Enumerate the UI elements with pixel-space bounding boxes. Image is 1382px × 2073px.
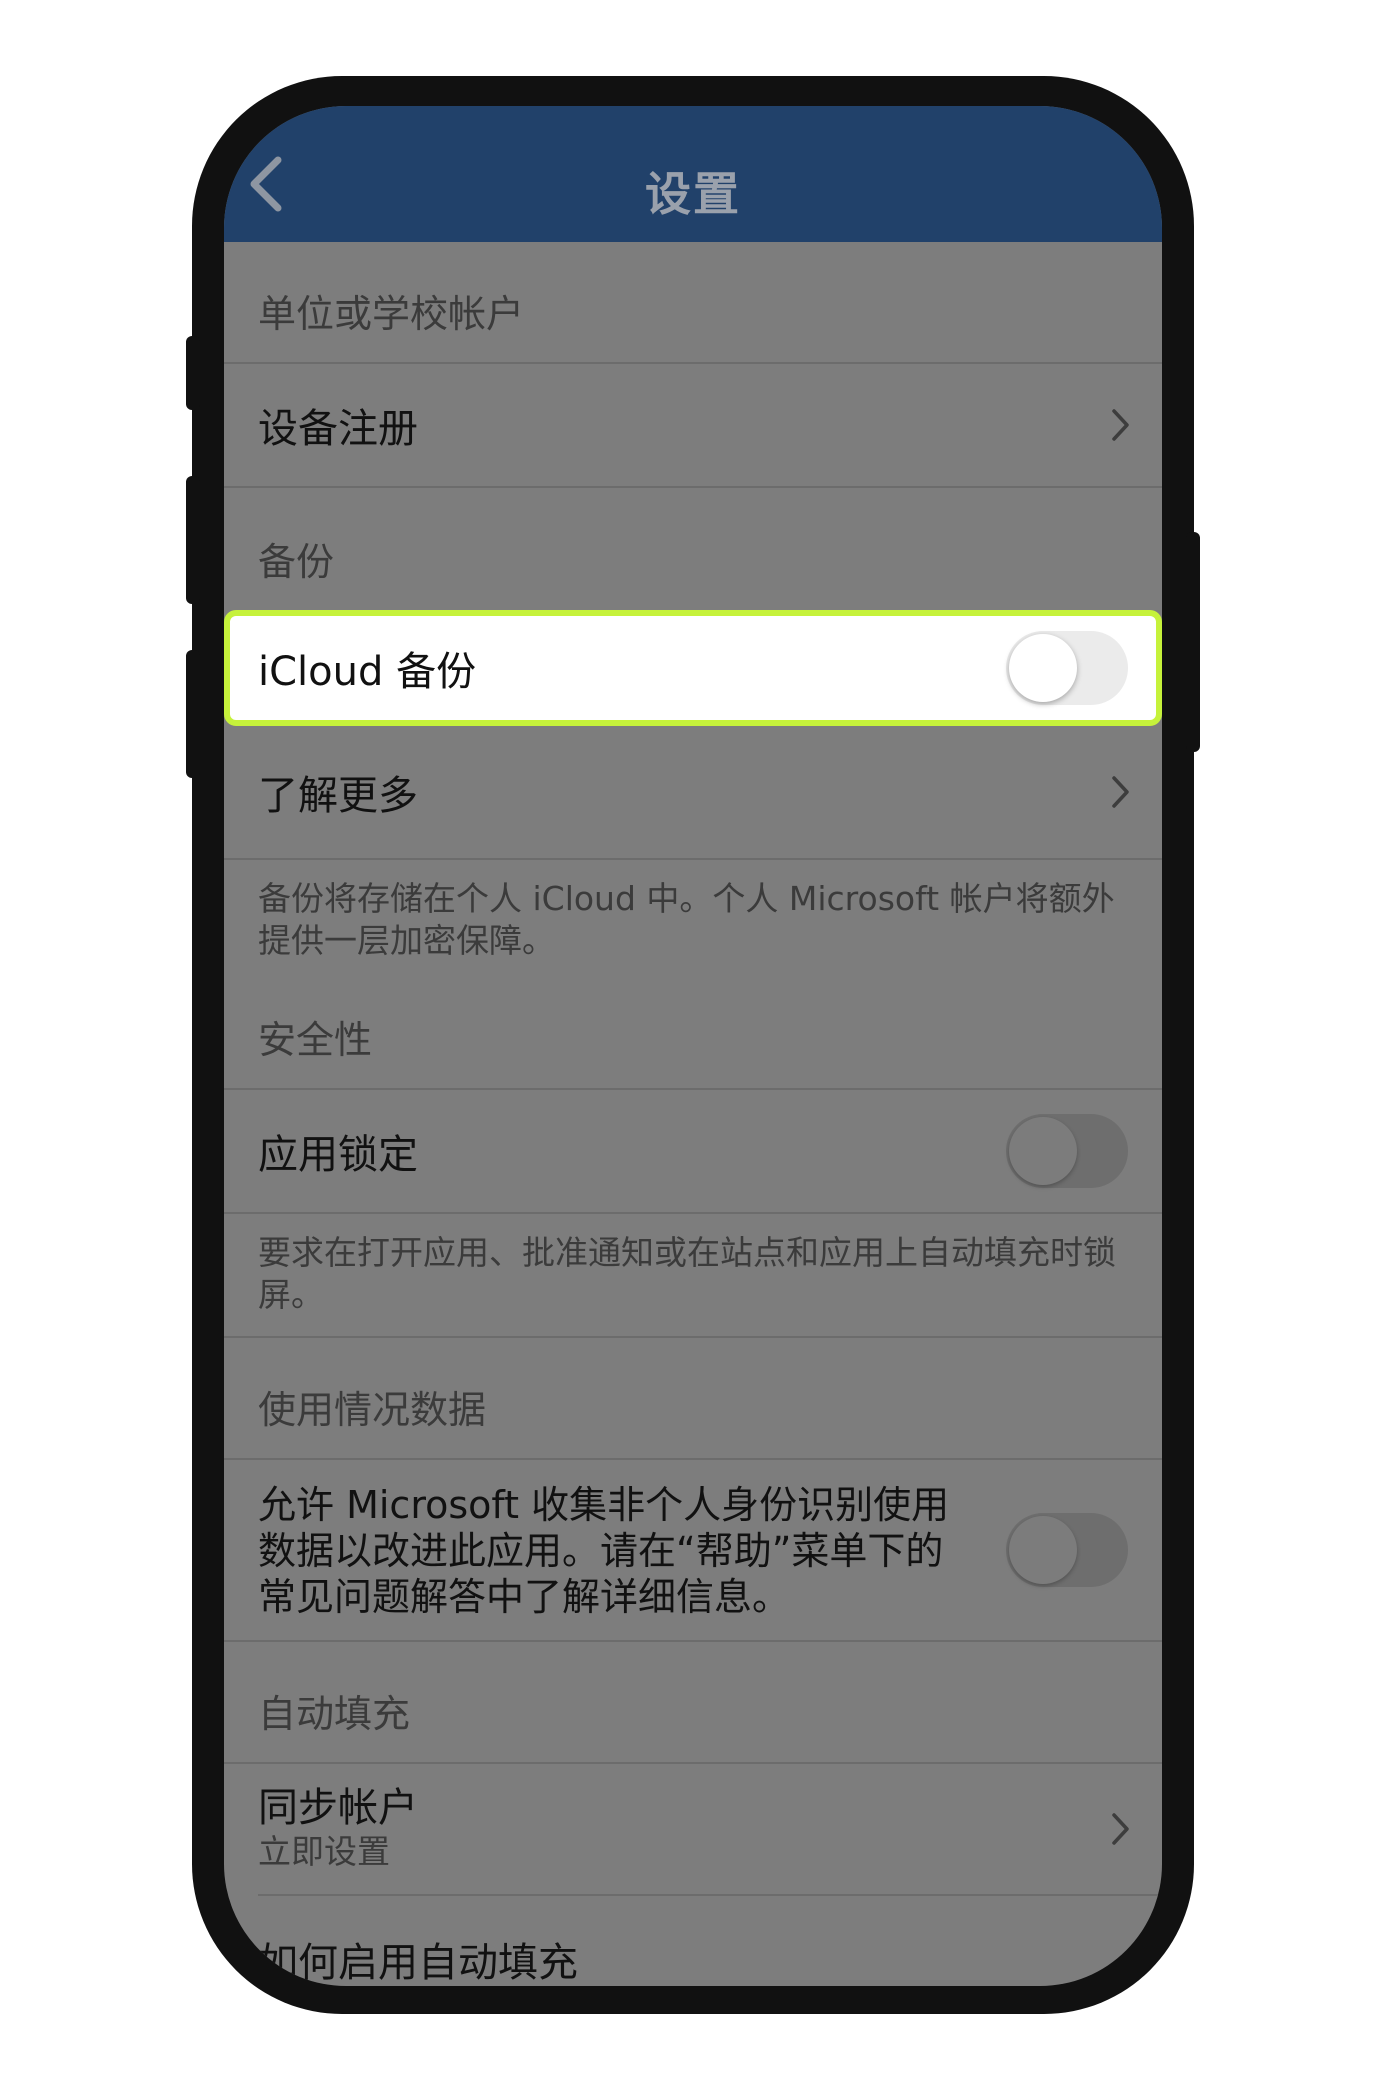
settings-list: 单位或学校帐户 设备注册 备份 iCloud 备份 了解更多 备份将存储在个人 … — [224, 242, 1162, 1986]
usage-data-line-3: 常见问题解答中了解详细信息。 — [258, 1575, 791, 1619]
app-lock-label: 应用锁定 — [258, 1132, 418, 1178]
usage-data-line-2: 数据以改进此应用。请在“帮助”菜单下的 — [258, 1529, 944, 1573]
mute-switch — [186, 336, 200, 410]
usage-data-toggle[interactable] — [1006, 1513, 1128, 1587]
icloud-backup-slot: iCloud 备份 — [224, 610, 1162, 726]
power-button — [1186, 532, 1200, 752]
chevron-right-icon — [1112, 776, 1129, 808]
section-header-usage-data: 使用情况数据 — [224, 1336, 1162, 1458]
sync-account-row[interactable]: 同步帐户 立即设置 — [224, 1762, 1162, 1894]
toggle-knob — [1009, 634, 1077, 702]
page-title: 设置 — [645, 167, 741, 221]
chevron-right-icon — [1112, 409, 1129, 441]
toggle-knob — [1009, 1516, 1077, 1584]
icloud-backup-row[interactable]: iCloud 备份 — [224, 610, 1162, 726]
security-footnote: 要求在打开应用、批准通知或在站点和应用上自动填充时锁屏。 — [224, 1212, 1162, 1336]
section-header-label: 安全性 — [258, 1018, 373, 1062]
sync-account-sublabel: 立即设置 — [258, 1832, 390, 1871]
usage-data-line-1: 允许 Microsoft 收集非个人身份识别使用 — [258, 1483, 950, 1527]
app-lock-toggle[interactable] — [1006, 1114, 1128, 1188]
sync-account-label: 同步帐户 — [258, 1785, 418, 1831]
volume-down-button — [186, 650, 200, 778]
section-header-label: 备份 — [258, 540, 335, 584]
section-header-security: 安全性 — [224, 978, 1162, 1088]
learn-more-row[interactable]: 了解更多 — [224, 726, 1162, 858]
section-header-work-account: 单位或学校帐户 — [224, 242, 1162, 362]
section-header-label: 单位或学校帐户 — [258, 292, 525, 336]
phone-screen: 设置 单位或学校帐户 设备注册 备份 iCloud 备份 了解更多 备份将存储在… — [224, 106, 1162, 1986]
icloud-backup-toggle[interactable] — [1006, 631, 1128, 705]
usage-data-description: 允许 Microsoft 收集非个人身份识别使用 数据以改进此应用。请在“帮助”… — [258, 1482, 949, 1620]
learn-more-label: 了解更多 — [258, 773, 418, 819]
navigation-bar: 设置 — [224, 106, 1162, 242]
toggle-knob — [1009, 1117, 1077, 1185]
section-header-backup: 备份 — [224, 486, 1162, 610]
device-registration-label: 设备注册 — [258, 406, 418, 452]
section-header-autofill: 自动填充 — [224, 1640, 1162, 1762]
sync-account-text: 同步帐户 立即设置 — [258, 1784, 418, 1872]
icloud-backup-label: iCloud 备份 — [258, 649, 477, 695]
volume-up-button — [186, 476, 200, 604]
chevron-right-icon — [1112, 1813, 1129, 1845]
device-registration-row[interactable]: 设备注册 — [224, 362, 1162, 486]
usage-data-row[interactable]: 允许 Microsoft 收集非个人身份识别使用 数据以改进此应用。请在“帮助”… — [224, 1458, 1162, 1640]
how-to-enable-autofill-label: 如何启用自动填充 — [258, 1940, 578, 1986]
section-header-label: 使用情况数据 — [258, 1388, 487, 1432]
how-to-enable-autofill-row[interactable]: 如何启用自动填充 — [258, 1894, 1162, 1986]
section-header-label: 自动填充 — [258, 1692, 411, 1736]
backup-footnote: 备份将存储在个人 iCloud 中。个人 Microsoft 帐户将额外提供一层… — [224, 858, 1162, 978]
app-lock-row[interactable]: 应用锁定 — [224, 1088, 1162, 1212]
